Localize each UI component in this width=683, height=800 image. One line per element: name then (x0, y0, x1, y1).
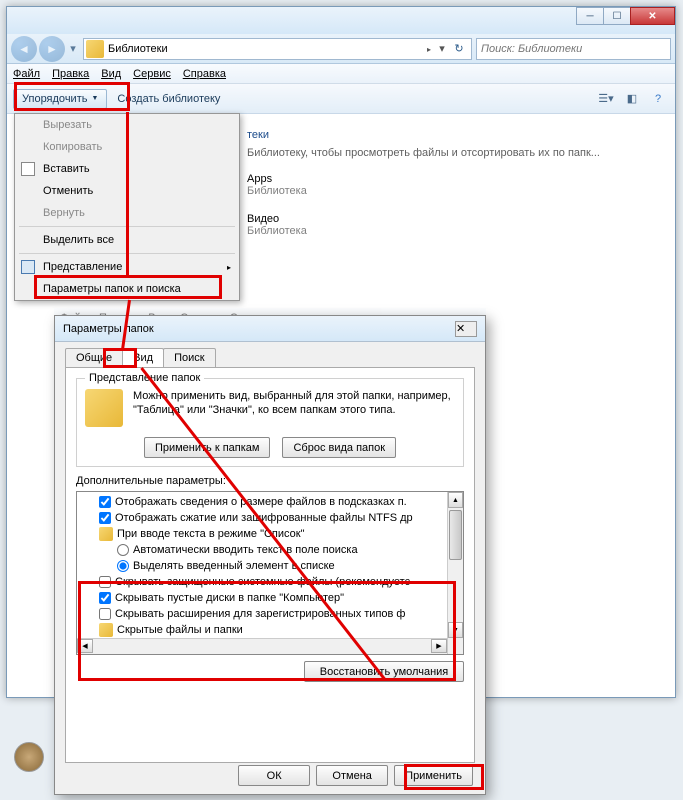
scrollbar-vertical[interactable]: ▲ ▼ (447, 492, 463, 654)
menu-paste[interactable]: Вставить (15, 158, 239, 180)
list-item[interactable]: Отображать сведения о размере файлов в п… (81, 494, 459, 510)
apply-button[interactable]: Применить (394, 765, 473, 786)
organize-button[interactable]: Упорядочить ▼ (13, 89, 107, 109)
list-item[interactable]: Показывать скрытые файлы, папки и диски (81, 654, 459, 655)
menu-layout[interactable]: Представление (15, 256, 239, 278)
folder-icon (85, 389, 123, 427)
folder-options-dialog: Параметры папок ✕ Общие Вид Поиск Предст… (54, 315, 486, 795)
history-dropdown[interactable]: ▾ (67, 39, 79, 59)
folder-icon (99, 623, 113, 637)
radio[interactable] (117, 544, 129, 556)
layout-icon (21, 260, 35, 274)
menu-tools[interactable]: Сервис (133, 68, 171, 80)
list-item[interactable]: Скрывать защищенные системные файлы (рек… (81, 574, 459, 590)
view-mode-button[interactable]: ☰▾ (595, 88, 617, 110)
help-icon[interactable]: ? (647, 88, 669, 110)
address-separator (423, 43, 435, 55)
page-subtitle: Библиотеку, чтобы просмотреть файлы и от… (247, 147, 663, 159)
chevron-down-icon: ▼ (91, 95, 98, 102)
menu-edit[interactable]: Правка (52, 68, 89, 80)
radio[interactable] (117, 560, 129, 572)
preview-pane-button[interactable]: ◧ (621, 88, 643, 110)
cancel-button[interactable]: Отмена (316, 765, 388, 786)
dialog-buttons: ОК Отмена Применить (238, 765, 473, 786)
tabs: Общие Вид Поиск (55, 342, 485, 367)
close-button[interactable]: ✕ (630, 7, 675, 25)
menu-file[interactable]: Файл (13, 68, 40, 80)
scroll-thumb[interactable] (449, 510, 462, 560)
tab-view[interactable]: Вид (122, 348, 164, 367)
refresh-icon[interactable]: ↻ (449, 39, 469, 59)
checkbox[interactable] (99, 496, 111, 508)
toolbar: Упорядочить ▼ Создать библиотеку ☰▾ ◧ ? (7, 84, 675, 114)
restore-defaults-button[interactable]: Восстановить умолчания (304, 661, 464, 682)
scroll-right-button[interactable]: ▶ (431, 639, 447, 653)
list-item[interactable]: При вводе текста в режиме "Список" (81, 526, 459, 542)
list-item[interactable]: Видео Библиотека (247, 213, 663, 237)
list-item[interactable]: Отображать сжатие или зашифрованные файл… (81, 510, 459, 526)
avatar (14, 742, 44, 772)
group-text: Можно применить вид, выбранный для этой … (133, 389, 455, 427)
menu-help[interactable]: Справка (183, 68, 226, 80)
item-title: Apps (247, 173, 307, 185)
search-input[interactable] (481, 43, 666, 55)
tab-panel-view: Представление папок Можно применить вид,… (65, 367, 475, 763)
advanced-settings-list: Отображать сведения о размере файлов в п… (76, 491, 464, 655)
dialog-title: Параметры папок (63, 323, 455, 335)
tab-general[interactable]: Общие (65, 348, 123, 367)
address-dropdown[interactable]: ▾ (435, 42, 449, 55)
address-text: Библиотеки (108, 43, 423, 55)
scroll-up-button[interactable]: ▲ (448, 492, 463, 508)
checkbox[interactable] (99, 608, 111, 620)
ok-button[interactable]: ОК (238, 765, 310, 786)
checkbox[interactable] (99, 576, 111, 588)
list-item[interactable]: Скрывать пустые диски в папке "Компьютер… (81, 590, 459, 606)
maximize-button[interactable]: ☐ (603, 7, 631, 25)
menu-undo[interactable]: Отменить (15, 180, 239, 202)
checkbox[interactable] (99, 512, 111, 524)
scroll-left-button[interactable]: ◀ (77, 639, 93, 653)
folder-icon (99, 527, 113, 541)
list-item[interactable]: Выделять введенный элемент в списке (81, 558, 459, 574)
tab-search[interactable]: Поиск (163, 348, 215, 367)
item-subtitle: Библиотека (247, 225, 307, 237)
list-item[interactable]: Apps Библиотека (247, 173, 663, 197)
titlebar: ─ ☐ ✕ (7, 7, 675, 34)
menu-view[interactable]: Вид (101, 68, 121, 80)
menu-redo[interactable]: Вернуть (15, 202, 239, 224)
scroll-down-button[interactable]: ▼ (448, 622, 463, 638)
page-title: теки (247, 122, 663, 143)
nav-row: ◄ ► ▾ Библиотеки ▾ ↻ (7, 34, 675, 64)
paste-icon (21, 162, 35, 176)
organize-dropdown: Вырезать Копировать Вставить Отменить Ве… (14, 113, 240, 301)
search-box[interactable] (476, 38, 671, 60)
list-item[interactable]: Скрывать расширения для зарегистрированн… (81, 606, 459, 622)
scrollbar-horizontal[interactable]: ◀ ▶ (77, 638, 447, 654)
apply-to-folders-button[interactable]: Применить к папкам (144, 437, 271, 458)
dialog-titlebar: Параметры папок ✕ (55, 316, 485, 342)
menu-select-all[interactable]: Выделить все (15, 229, 239, 251)
item-subtitle: Библиотека (247, 185, 307, 197)
new-library-button[interactable]: Создать библиотеку (117, 93, 220, 105)
reset-folders-button[interactable]: Сброс вида папок (282, 437, 396, 458)
list-item[interactable]: Автоматически вводить текст в поле поиск… (81, 542, 459, 558)
menu-cut[interactable]: Вырезать (15, 114, 239, 136)
folder-views-group: Представление папок Можно применить вид,… (76, 378, 464, 467)
libraries-icon (86, 40, 104, 58)
menu-folder-options[interactable]: Параметры папок и поиска (15, 278, 239, 300)
dialog-close-button[interactable]: ✕ (455, 321, 477, 337)
item-title: Видео (247, 213, 307, 225)
back-button[interactable]: ◄ (11, 36, 37, 62)
menubar: Файл Правка Вид Сервис Справка (7, 64, 675, 84)
forward-button[interactable]: ► (39, 36, 65, 62)
menu-copy[interactable]: Копировать (15, 136, 239, 158)
advanced-label: Дополнительные параметры: (76, 475, 464, 487)
organize-label: Упорядочить (22, 93, 87, 105)
address-bar[interactable]: Библиотеки ▾ ↻ (83, 38, 472, 60)
minimize-button[interactable]: ─ (576, 7, 604, 25)
list-item[interactable]: Скрытые файлы и папки (81, 622, 459, 638)
group-legend: Представление папок (85, 372, 204, 384)
checkbox[interactable] (99, 592, 111, 604)
